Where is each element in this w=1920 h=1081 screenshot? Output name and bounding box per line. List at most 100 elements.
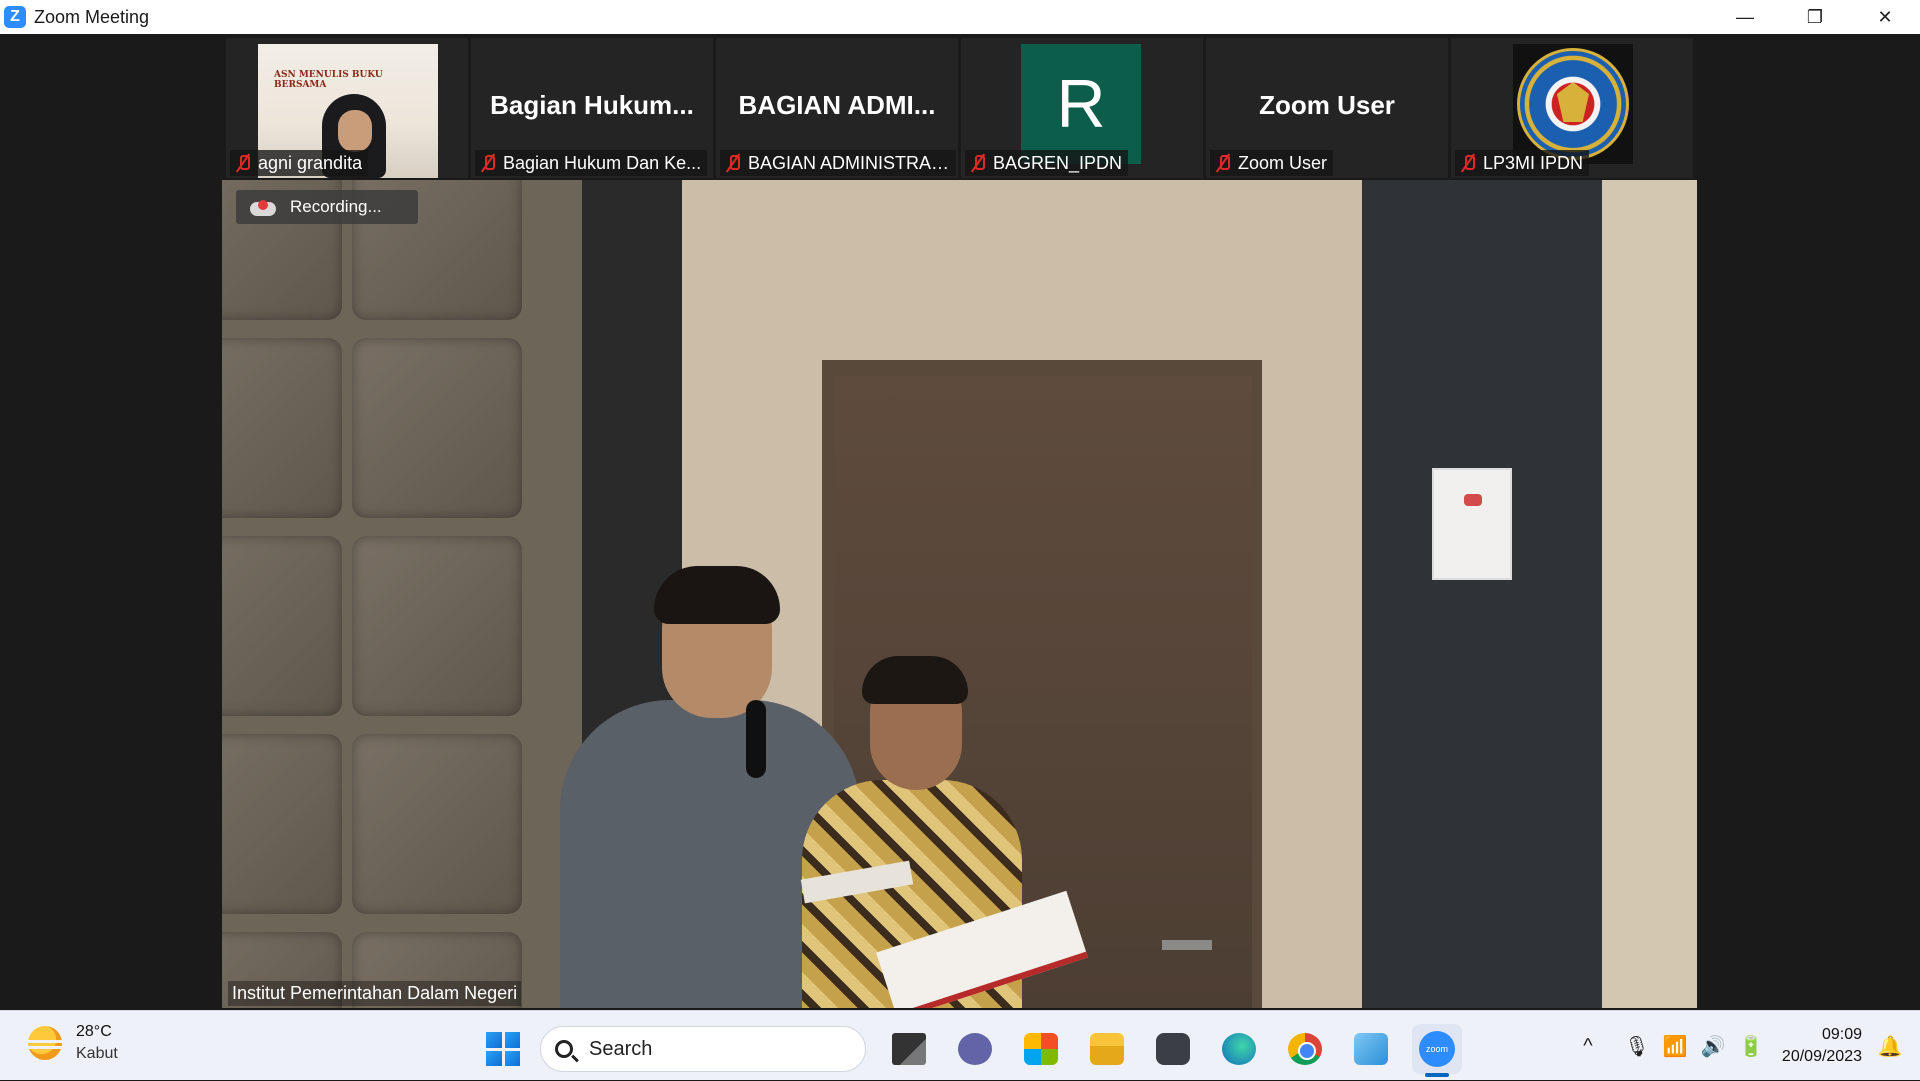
active-indicator bbox=[1425, 1073, 1449, 1077]
photos-button[interactable] bbox=[1338, 1021, 1404, 1077]
wall-panel bbox=[222, 734, 342, 914]
participant-avatar: R bbox=[1021, 44, 1141, 164]
participant-display-name: BAGIAN ADMI... bbox=[738, 90, 936, 120]
meeting-area: ASN MENULIS BUKU BERSAMA agni grandita B… bbox=[0, 34, 1920, 1010]
participant-name: agni grandita bbox=[258, 152, 363, 173]
participant-tile[interactable]: R BAGREN_IPDN bbox=[961, 38, 1203, 178]
store-button[interactable] bbox=[1008, 1021, 1074, 1077]
notification-bell-icon[interactable]: 🔔 bbox=[1872, 1028, 1908, 1064]
title-bar: Z Zoom Meeting — ❐ ✕ bbox=[0, 0, 1920, 34]
search-placeholder: Search bbox=[589, 1037, 653, 1060]
wall-notice bbox=[1432, 468, 1512, 580]
speaker-hair bbox=[654, 566, 780, 624]
participant-display-name: Bagian Hukum... bbox=[490, 90, 694, 120]
camera-button[interactable] bbox=[1140, 1021, 1206, 1077]
photos-icon bbox=[1354, 1033, 1388, 1065]
participant-face bbox=[338, 110, 372, 152]
teams-button[interactable] bbox=[942, 1021, 1008, 1077]
door-handle bbox=[1162, 940, 1212, 950]
task-view-icon bbox=[892, 1033, 926, 1065]
mic-muted-icon bbox=[724, 153, 742, 173]
recording-indicator[interactable]: Recording... bbox=[236, 190, 418, 224]
weather-desc: Kabut bbox=[76, 1045, 118, 1062]
participant-name-label: LP3MI IPDN bbox=[1455, 150, 1590, 176]
active-speaker-video[interactable]: Recording... Institut Pemerintahan Dalam… bbox=[222, 180, 1697, 1008]
weather-temp: 28°C bbox=[76, 1023, 112, 1040]
store-icon bbox=[1024, 1033, 1058, 1065]
clock-time: 09:09 bbox=[1821, 1026, 1862, 1043]
cloud-recording-icon bbox=[250, 198, 276, 216]
participant-name: BAGIAN ADMINISTRAS... bbox=[748, 152, 950, 173]
participant-display-name: Zoom User bbox=[1259, 90, 1395, 120]
system-tray: ^ 🎙 📶 🔊 🔋 09:09 20/09/2023 🔔 bbox=[1569, 1011, 1920, 1081]
participant-name-label: Zoom User bbox=[1210, 150, 1334, 176]
participant-tile[interactable]: ASN MENULIS BUKU BERSAMA agni grandita bbox=[226, 38, 468, 178]
zoom-icon: zoom bbox=[1419, 1031, 1455, 1067]
participant-tile[interactable]: Bagian Hukum... Bagian Hukum Dan Ke... bbox=[471, 38, 713, 178]
mic-muted-icon bbox=[969, 153, 987, 173]
participant-tile[interactable]: LP3MI IPDN bbox=[1451, 38, 1693, 178]
wall-panel bbox=[352, 536, 522, 716]
task-view-button[interactable] bbox=[876, 1021, 942, 1077]
clock[interactable]: 09:09 20/09/2023 bbox=[1782, 1024, 1862, 1068]
notice-logo bbox=[1464, 494, 1482, 506]
zoom-app-tile: zoom bbox=[1412, 1024, 1462, 1074]
participant-name-label: Bagian Hukum Dan Ke... bbox=[475, 150, 708, 176]
weather-text: 28°C Kabut bbox=[76, 1021, 118, 1065]
taskbar: 28°C Kabut Search zoom ^ 🎙 📶 🔊 🔋 09:09 2… bbox=[0, 1010, 1920, 1080]
wall-panel bbox=[352, 734, 522, 914]
participant-name: LP3MI IPDN bbox=[1483, 152, 1584, 173]
search-icon bbox=[555, 1040, 573, 1058]
start-button[interactable] bbox=[474, 1024, 532, 1074]
battery-icon[interactable]: 🔋 bbox=[1733, 1028, 1769, 1064]
show-hidden-icons-chevron-icon[interactable]: ^ bbox=[1570, 1028, 1606, 1064]
microphone-icon[interactable]: 🎙 bbox=[1619, 1028, 1655, 1064]
volume-icon[interactable]: 🔊 bbox=[1695, 1028, 1731, 1064]
mic-muted-icon bbox=[1214, 153, 1232, 173]
zoom-taskbar-button[interactable]: zoom bbox=[1404, 1021, 1470, 1077]
participant-tile[interactable]: Zoom User Zoom User bbox=[1206, 38, 1448, 178]
weather-widget[interactable]: 28°C Kabut bbox=[24, 1021, 118, 1065]
fog-weather-icon bbox=[24, 1026, 66, 1060]
edge-button[interactable] bbox=[1206, 1021, 1272, 1077]
participant-name: Zoom User bbox=[1238, 152, 1328, 173]
teams-icon bbox=[958, 1033, 992, 1065]
folder-icon bbox=[1090, 1033, 1124, 1065]
second-person-hair bbox=[862, 656, 968, 704]
participant-name-label: BAGIAN ADMINISTRAS... bbox=[720, 150, 956, 176]
dark-wall-section bbox=[1362, 180, 1602, 1008]
windows-logo-icon bbox=[486, 1032, 520, 1066]
padded-wall bbox=[222, 180, 582, 1008]
participant-name: Bagian Hukum Dan Ke... bbox=[503, 152, 702, 173]
window-title: Zoom Meeting bbox=[34, 6, 150, 27]
right-wall bbox=[1602, 180, 1697, 1008]
zoom-logo-icon: Z bbox=[4, 6, 26, 28]
participant-name-label: BAGREN_IPDN bbox=[965, 150, 1129, 176]
microphone bbox=[746, 700, 766, 778]
speaker-name-label: Institut Pemerintahan Dalam Negeri bbox=[228, 981, 522, 1006]
taskbar-apps: Search zoom bbox=[474, 1021, 1470, 1077]
taskbar-search[interactable]: Search bbox=[540, 1026, 866, 1072]
mic-muted-icon bbox=[234, 153, 252, 173]
window-controls: — ❐ ✕ bbox=[1710, 0, 1920, 34]
participant-name: BAGREN_IPDN bbox=[993, 152, 1123, 173]
participant-name-label: agni grandita bbox=[230, 150, 369, 176]
file-explorer-button[interactable] bbox=[1074, 1021, 1140, 1077]
participant-tile[interactable]: BAGIAN ADMI... BAGIAN ADMINISTRAS... bbox=[716, 38, 958, 178]
clock-date: 20/09/2023 bbox=[1781, 1048, 1862, 1065]
wifi-icon[interactable]: 📶 bbox=[1657, 1028, 1693, 1064]
wall-panel bbox=[352, 338, 522, 518]
edge-icon bbox=[1222, 1033, 1256, 1065]
camera-icon bbox=[1156, 1033, 1190, 1065]
recording-label: Recording... bbox=[290, 197, 382, 216]
wall-panel bbox=[222, 536, 342, 716]
restore-button[interactable]: ❐ bbox=[1780, 0, 1850, 34]
wall-panel bbox=[222, 338, 342, 518]
close-button[interactable]: ✕ bbox=[1850, 0, 1920, 34]
chrome-button[interactable] bbox=[1272, 1021, 1338, 1077]
chrome-icon bbox=[1288, 1033, 1322, 1065]
participant-strip: ASN MENULIS BUKU BERSAMA agni grandita B… bbox=[226, 38, 1693, 178]
minimize-button[interactable]: — bbox=[1710, 0, 1780, 34]
institution-seal-logo bbox=[1513, 44, 1633, 164]
mic-muted-icon bbox=[1459, 153, 1477, 173]
